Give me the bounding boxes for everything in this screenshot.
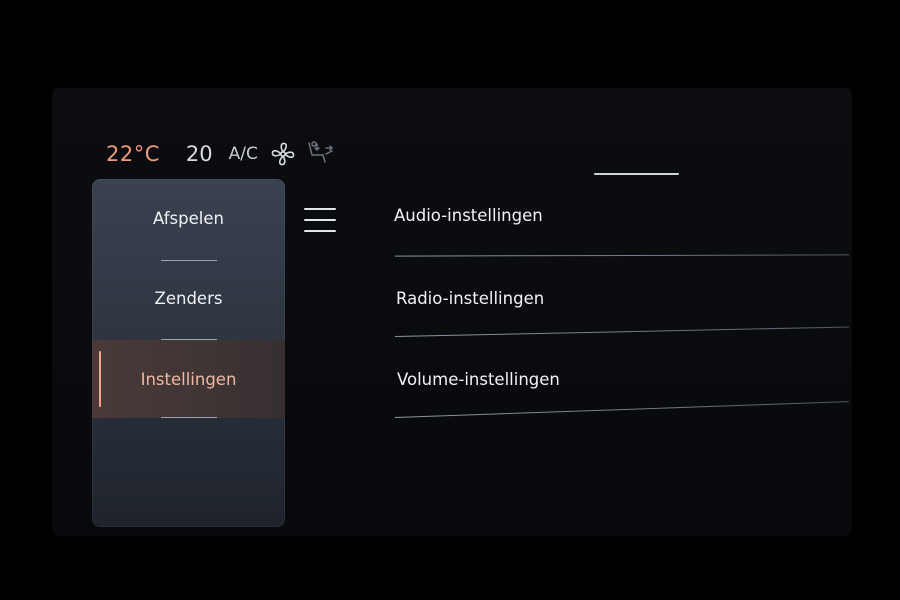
active-indicator bbox=[99, 351, 101, 407]
row-label: Audio-instellingen bbox=[394, 206, 543, 225]
side-item-label: Afspelen bbox=[153, 209, 224, 228]
side-item-zenders[interactable]: Zenders bbox=[92, 289, 285, 341]
settings-row-audio[interactable]: Audio-instellingen bbox=[394, 204, 850, 259]
divider bbox=[394, 254, 850, 257]
side-navigation-panel: Afspelen Zenders Instellingen bbox=[92, 179, 285, 527]
row-label: Radio-instellingen bbox=[396, 289, 545, 308]
hamburger-menu-icon[interactable] bbox=[304, 207, 338, 235]
climate-status-bar: 22°C 20 A/C bbox=[106, 140, 334, 168]
ac-button[interactable]: A/C bbox=[229, 144, 258, 164]
side-item-label: Instellingen bbox=[140, 370, 237, 389]
side-item-afspelen[interactable]: Afspelen bbox=[92, 209, 285, 261]
side-item-label: Zenders bbox=[154, 289, 223, 308]
divider bbox=[394, 326, 849, 337]
temperature-readout[interactable]: 22°C bbox=[106, 142, 160, 166]
fan-icon[interactable] bbox=[270, 141, 296, 167]
divider bbox=[394, 401, 849, 418]
fan-level-readout[interactable]: 20 bbox=[186, 142, 213, 166]
row-label: Volume-instellingen bbox=[397, 370, 560, 389]
seat-airflow-icon[interactable] bbox=[306, 140, 334, 168]
settings-row-volume[interactable]: Volume-instellingen bbox=[394, 369, 849, 424]
drag-handle[interactable] bbox=[594, 173, 679, 175]
divider bbox=[160, 417, 217, 418]
settings-row-radio[interactable]: Radio-instellingen bbox=[394, 288, 849, 343]
divider bbox=[160, 260, 217, 261]
side-item-instellingen[interactable]: Instellingen bbox=[92, 340, 285, 418]
